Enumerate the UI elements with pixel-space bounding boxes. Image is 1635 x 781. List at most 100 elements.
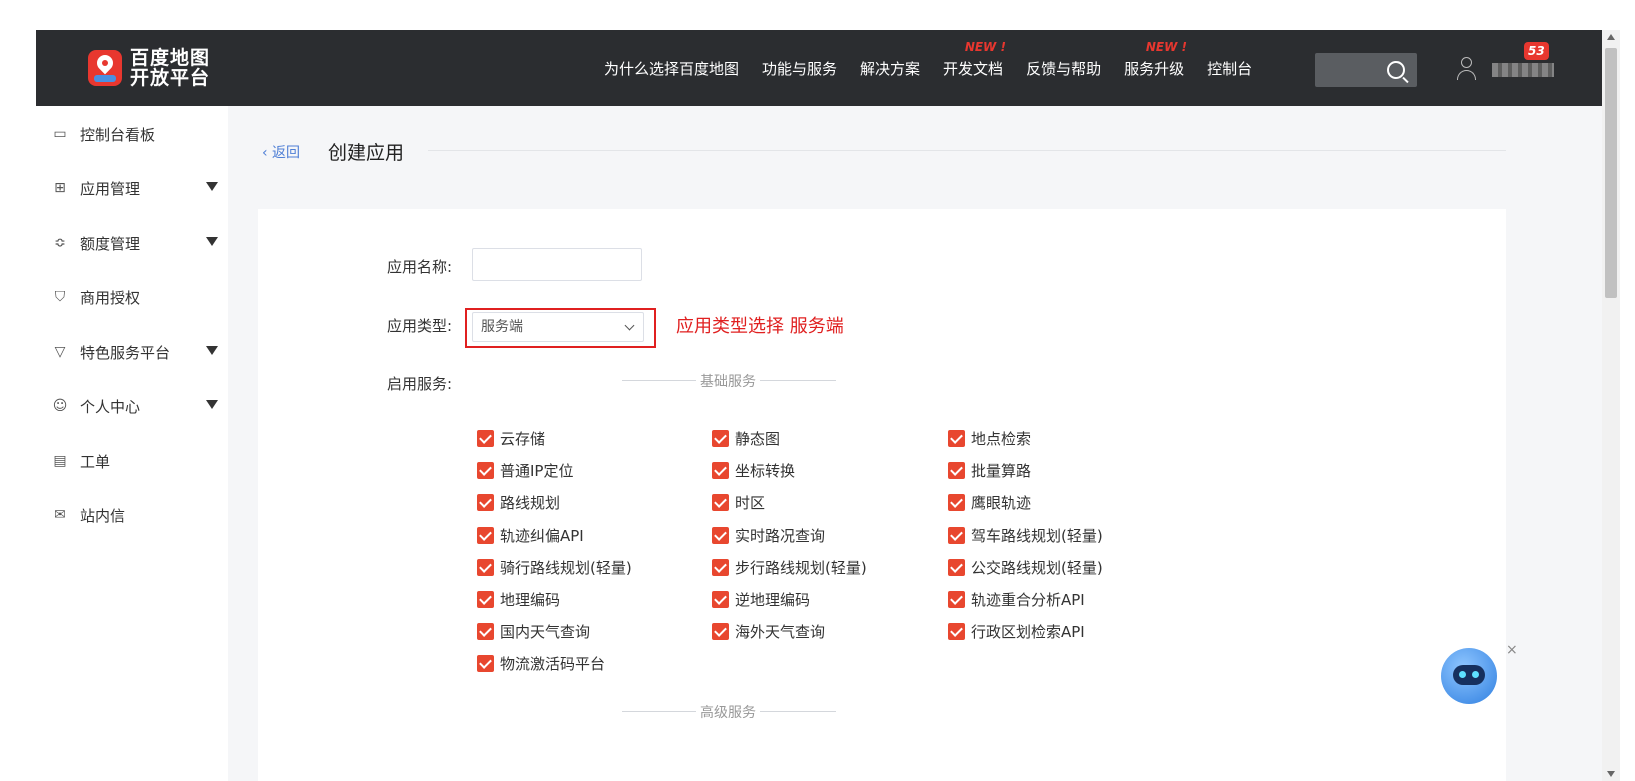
scroll-up-arrow-icon[interactable] — [1607, 34, 1615, 40]
service-checkbox[interactable]: 海外天气查询 — [712, 621, 825, 642]
checkbox-checked-icon[interactable] — [712, 526, 729, 544]
app-name-label: 应用名称: — [387, 258, 453, 276]
checkbox-checked-icon[interactable] — [477, 462, 494, 480]
user-icon[interactable] — [1454, 55, 1480, 83]
nav-item-why-baidu[interactable]: 为什么选择百度地图 — [604, 58, 739, 79]
service-checkbox[interactable]: 鹰眼轨迹 — [948, 492, 1031, 513]
checkbox-checked-icon[interactable] — [948, 462, 965, 480]
checkbox-checked-icon[interactable] — [712, 494, 729, 512]
service-checkbox[interactable]: 地点检索 — [948, 428, 1031, 449]
service-checkbox[interactable]: 物流激活码平台 — [477, 653, 605, 674]
service-checkbox[interactable]: 步行路线规划(轻量) — [712, 557, 867, 578]
service-checkbox[interactable]: 云存储 — [477, 428, 545, 449]
vertical-scrollbar[interactable] — [1602, 30, 1620, 781]
service-checkbox[interactable]: 批量算路 — [948, 460, 1031, 481]
service-checkbox[interactable]: 时区 — [712, 492, 765, 513]
service-checkbox[interactable]: 实时路况查询 — [712, 525, 825, 546]
caret-down-icon — [206, 346, 218, 355]
service-checkbox[interactable]: 国内天气查询 — [477, 621, 590, 642]
service-checkbox[interactable]: 公交路线规划(轻量) — [948, 557, 1103, 578]
checkbox-checked-icon[interactable] — [948, 591, 965, 608]
app-name-input[interactable] — [472, 248, 642, 281]
sidebar-item-app-management[interactable]: ⊞ 应用管理 — [52, 176, 218, 200]
clipboard-icon: ▤ — [53, 453, 67, 469]
service-checkbox[interactable]: 轨迹纠偏API — [477, 525, 584, 546]
service-checkbox[interactable]: 逆地理编码 — [712, 589, 810, 610]
checkbox-checked-icon[interactable] — [712, 591, 729, 608]
baidu-map-logo[interactable]: 百度地图 开放平台 — [88, 46, 210, 90]
service-checkbox[interactable]: 坐标转换 — [712, 460, 795, 481]
nav-item-docs[interactable]: NEW ! 开发文档 — [943, 40, 1006, 79]
checkbox-checked-icon[interactable] — [948, 526, 965, 544]
nav-item-upgrade[interactable]: NEW ! 服务升级 — [1124, 40, 1187, 79]
scroll-down-arrow-icon[interactable] — [1607, 771, 1615, 777]
nav-menu: 为什么选择百度地图 功能与服务 解决方案 NEW ! 开发文档 反馈与帮助 NEW… — [604, 30, 1275, 106]
new-badge: NEW ! — [1145, 39, 1187, 54]
checkbox-checked-icon[interactable] — [712, 558, 729, 576]
nav-item-console[interactable]: 控制台 — [1207, 58, 1252, 79]
checkbox-checked-icon[interactable] — [712, 462, 729, 480]
checkbox-checked-icon[interactable] — [477, 655, 494, 673]
app-type-annotation: 应用类型选择 服务端 — [676, 316, 844, 337]
grid-icon: ⊞ — [54, 180, 66, 196]
sidebar-item-messages[interactable]: ✉ 站内信 — [52, 503, 218, 527]
robot-assistant-icon[interactable] — [1441, 648, 1497, 704]
service-checkbox-label: 国内天气查询 — [500, 623, 591, 642]
sidebar: ▭ 控制台看板 ⊞ 应用管理 ≎ 额度管理 ⛉ 商用授权 ▽ 特色服务平台 ☺ 个人中心 ▤… — [36, 106, 228, 781]
service-checkbox-label: 公交路线规划(轻量) — [971, 558, 1103, 577]
shield-check-icon: ⛉ — [54, 289, 66, 305]
sidebar-item-personal-center[interactable]: ☺ 个人中心 — [52, 394, 218, 418]
search-icon[interactable] — [1387, 61, 1405, 79]
service-checkbox[interactable]: 骑行路线规划(轻量) — [477, 557, 632, 578]
checkbox-checked-icon[interactable] — [948, 623, 965, 641]
username-blurred[interactable] — [1492, 63, 1554, 77]
sidebar-item-featured-services[interactable]: ▽ 特色服务平台 — [52, 340, 218, 364]
checkbox-checked-icon[interactable] — [948, 494, 965, 512]
sidebar-item-quota-management[interactable]: ≎ 额度管理 — [52, 231, 218, 255]
checkbox-checked-icon[interactable] — [477, 623, 494, 641]
nav-item-features[interactable]: 功能与服务 — [762, 58, 837, 79]
nav-search-box[interactable] — [1315, 53, 1417, 87]
checkbox-checked-icon[interactable] — [477, 526, 494, 544]
service-checkbox-label: 批量算路 — [971, 462, 1032, 481]
service-checkbox[interactable]: 普通IP定位 — [477, 460, 573, 481]
dashboard-icon: ▭ — [53, 126, 67, 142]
caret-down-icon — [206, 182, 218, 191]
service-checkbox[interactable]: 行政区划检索API — [948, 621, 1085, 642]
sidebar-item-tickets[interactable]: ▤ 工单 — [52, 449, 218, 473]
service-checkbox-label: 行政区划检索API — [971, 623, 1085, 642]
checkbox-checked-icon[interactable] — [948, 558, 965, 576]
scrollbar-thumb[interactable] — [1605, 48, 1617, 298]
logo-line-1: 百度地图 — [130, 47, 211, 69]
sliders-icon: ≎ — [54, 235, 66, 251]
app-type-select[interactable]: 服务端 — [472, 312, 644, 342]
service-checkbox-label: 鹰眼轨迹 — [971, 494, 1032, 513]
service-checkbox[interactable]: 地理编码 — [477, 589, 560, 610]
back-link[interactable]: ‹ 返回 — [262, 142, 300, 162]
checkbox-checked-icon[interactable] — [477, 591, 494, 608]
new-badge: NEW ! — [964, 39, 1006, 54]
sidebar-item-commercial-license[interactable]: ⛉ 商用授权 — [52, 285, 218, 309]
service-checkbox[interactable]: 轨迹重合分析API — [948, 589, 1085, 610]
checkbox-checked-icon[interactable] — [477, 430, 494, 447]
checkbox-checked-icon[interactable] — [712, 623, 729, 641]
service-checkbox-label: 骑行路线规划(轻量) — [500, 558, 632, 577]
assistant-close-icon[interactable]: × — [1506, 642, 1518, 658]
nav-item-feedback[interactable]: 反馈与帮助 — [1026, 58, 1101, 79]
service-checkbox-label: 地点检索 — [971, 430, 1032, 448]
checkbox-checked-icon[interactable] — [948, 430, 965, 447]
service-checkbox-label: 驾车路线规划(轻量) — [971, 526, 1103, 545]
checkbox-checked-icon[interactable] — [477, 494, 494, 512]
service-checkbox-label: 逆地理编码 — [735, 591, 811, 609]
service-checkbox[interactable]: 路线规划 — [477, 492, 560, 513]
nav-item-solutions[interactable]: 解决方案 — [860, 58, 920, 79]
checkbox-checked-icon[interactable] — [477, 558, 494, 576]
service-checkbox[interactable]: 静态图 — [712, 428, 780, 449]
notification-badge[interactable]: 53 — [1524, 42, 1549, 60]
service-checkbox[interactable]: 驾车路线规划(轻量) — [948, 525, 1103, 546]
service-checkbox-label: 云存储 — [500, 430, 546, 448]
sidebar-item-dashboard[interactable]: ▭ 控制台看板 — [52, 122, 218, 146]
page-title: 创建应用 — [328, 142, 405, 164]
service-checkbox-label: 实时路况查询 — [735, 526, 826, 545]
checkbox-checked-icon[interactable] — [712, 430, 729, 447]
